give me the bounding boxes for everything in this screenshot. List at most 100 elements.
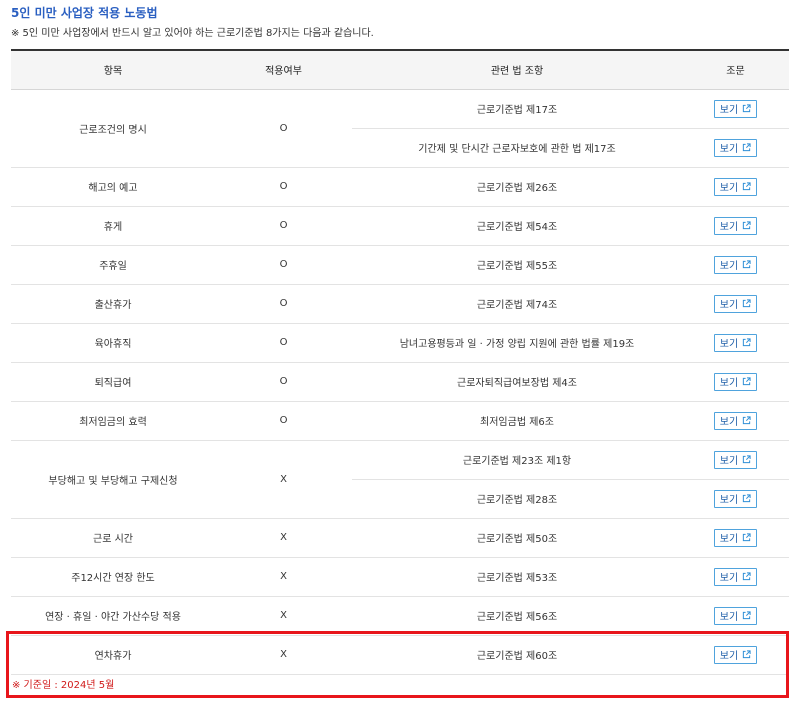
law-cell: 근로기준법 제53조 [352,557,682,597]
law-cell: 남녀고용평등과 일 · 가정 양립 지원에 관한 법률 제19조 [352,323,682,363]
view-article-button[interactable]: 보기 [714,333,757,352]
law-cell: 근로기준법 제74조 [352,284,682,324]
article-cell: 보기 [682,479,789,519]
applicable-cell: X [215,518,352,558]
external-link-icon [742,572,751,581]
view-article-button[interactable]: 보기 [714,528,757,547]
article-cell: 보기 [682,635,789,675]
labor-law-table: 항목 적용여부 관련 법 조항 조문 근로조건의 명시 O 근로기준법 제17조 보기… [11,49,789,675]
applicable-cell: O [215,89,352,168]
applicable-cell: X [215,440,352,519]
table-header-row: 항목 적용여부 관련 법 조항 조문 [11,49,789,90]
view-article-button[interactable]: 보기 [714,294,757,313]
view-button-label: 보기 [719,378,739,389]
table-row: 해고의 예고 O 근로기준법 제26조 보기 [11,167,789,207]
table-body: 근로조건의 명시 O 근로기준법 제17조 보기 기간제 및 단시간 근로자보호에 관한… [11,89,789,675]
article-cell: 보기 [682,323,789,363]
item-cell: 최저임금의 효력 [11,401,215,441]
item-cell: 주휴일 [11,245,215,285]
external-link-icon [742,650,751,659]
article-cell: 보기 [682,596,789,636]
table-row: 퇴직급여 O 근로자퇴직급여보장법 제4조 보기 [11,362,789,402]
view-article-button[interactable]: 보기 [714,138,757,157]
applicable-cell: O [215,167,352,207]
article-cell: 보기 [682,206,789,246]
view-article-button[interactable]: 보기 [714,216,757,235]
item-cell: 육아휴직 [11,323,215,363]
view-button-label: 보기 [719,651,739,662]
law-cell: 근로자퇴직급여보장법 제4조 [352,362,682,402]
view-article-button[interactable]: 보기 [714,450,757,469]
view-button-label: 보기 [719,144,739,155]
article-cell: 보기 [682,440,789,480]
law-cell: 최저임금법 제6조 [352,401,682,441]
article-cell: 보기 [682,128,789,168]
external-link-icon [742,416,751,425]
applicable-cell: O [215,245,352,285]
item-cell: 해고의 예고 [11,167,215,207]
law-cell: 근로기준법 제54조 [352,206,682,246]
article-cell: 보기 [682,167,789,207]
external-link-icon [742,299,751,308]
view-button-label: 보기 [719,573,739,584]
article-cell: 보기 [682,284,789,324]
table-row: 주12시간 연장 한도 X 근로기준법 제53조 보기 [11,557,789,597]
item-cell: 주12시간 연장 한도 [11,557,215,597]
law-cell: 기간제 및 단시간 근로자보호에 관한 법 제17조 [352,128,682,168]
view-article-button[interactable]: 보기 [714,645,757,664]
item-cell: 부당해고 및 부당해고 구제신청 [11,440,215,519]
column-header-item: 항목 [11,49,215,90]
view-button-label: 보기 [719,105,739,116]
external-link-icon [742,377,751,386]
article-cell: 보기 [682,557,789,597]
table-row: 부당해고 및 부당해고 구제신청 X 근로기준법 제23조 제1항 보기 [11,440,789,519]
item-cell: 연차휴가 [11,635,215,675]
article-cell: 보기 [682,89,789,129]
table-row: 연차휴가 X 근로기준법 제60조 보기 [11,635,789,675]
applicable-cell: O [215,401,352,441]
column-header-article: 조문 [682,49,789,90]
applicable-cell: O [215,323,352,363]
law-cell: 근로기준법 제60조 [352,635,682,675]
applicable-cell: X [215,557,352,597]
table-row: 육아휴직 O 남녀고용평등과 일 · 가정 양립 지원에 관한 법률 제19조 보기 [11,323,789,363]
item-cell: 출산휴가 [11,284,215,324]
applicable-cell: X [215,596,352,636]
view-article-button[interactable]: 보기 [714,606,757,625]
external-link-icon [742,338,751,347]
view-button-label: 보기 [719,417,739,428]
table-row: 휴게 O 근로기준법 제54조 보기 [11,206,789,246]
view-article-button[interactable]: 보기 [714,372,757,391]
external-link-icon [742,611,751,620]
view-article-button[interactable]: 보기 [714,255,757,274]
item-cell: 근로조건의 명시 [11,89,215,168]
table-row: 근로 시간 X 근로기준법 제50조 보기 [11,518,789,558]
view-button-label: 보기 [719,261,739,272]
law-cell: 근로기준법 제23조 제1항 [352,440,682,480]
page-subtitle: ※ 5인 미만 사업장에서 반드시 알고 있어야 하는 근로기준법 8가지는 다… [11,28,374,39]
view-article-button[interactable]: 보기 [714,177,757,196]
table-row: 근로조건의 명시 O 근로기준법 제17조 보기 [11,89,789,168]
law-cell: 근로기준법 제56조 [352,596,682,636]
reference-date-note: ※ 기준일 : 2024년 5월 [12,680,115,691]
view-button-label: 보기 [719,339,739,350]
view-article-button[interactable]: 보기 [714,411,757,430]
item-cell: 연장 · 휴일 · 야간 가산수당 적용 [11,596,215,636]
view-button-label: 보기 [719,534,739,545]
article-cell: 보기 [682,401,789,441]
applicable-cell: X [215,635,352,675]
view-article-button[interactable]: 보기 [714,567,757,586]
view-article-button[interactable]: 보기 [714,99,757,118]
external-link-icon [742,221,751,230]
applicable-cell: O [215,284,352,324]
applicable-cell: O [215,362,352,402]
external-link-icon [742,494,751,503]
applicable-cell: O [215,206,352,246]
view-button-label: 보기 [719,495,739,506]
view-article-button[interactable]: 보기 [714,489,757,508]
view-button-label: 보기 [719,300,739,311]
external-link-icon [742,260,751,269]
law-cell: 근로기준법 제50조 [352,518,682,558]
law-cell: 근로기준법 제17조 [352,89,682,129]
table-row: 연장 · 휴일 · 야간 가산수당 적용 X 근로기준법 제56조 보기 [11,596,789,636]
